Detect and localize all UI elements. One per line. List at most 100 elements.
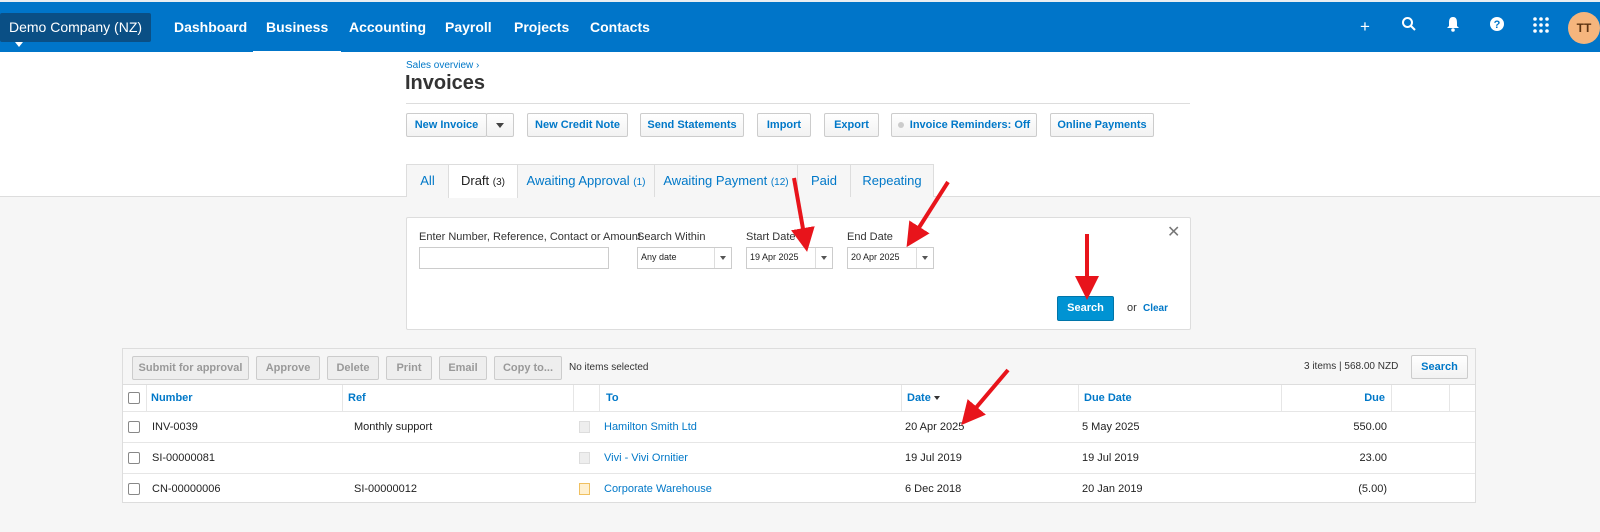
column-divider [146, 385, 147, 412]
column-due-date[interactable]: Due Date [1084, 385, 1132, 411]
search-within-select[interactable]: Any date [637, 247, 732, 269]
online-payments-button[interactable]: Online Payments [1050, 113, 1154, 137]
copy-to-button[interactable]: Copy to... [494, 356, 562, 380]
avatar[interactable]: TT [1568, 12, 1600, 44]
row-checkbox[interactable] [128, 452, 140, 464]
tab-awaiting-approval[interactable]: Awaiting Approval (1) [517, 164, 655, 197]
end-date-label: End Date [847, 231, 893, 243]
table-row[interactable]: CN-00000006 SI-00000012 Corporate Wareho… [123, 474, 1475, 505]
contact-link[interactable]: Corporate Warehouse [604, 474, 712, 505]
org-name: Demo Company (NZ) [9, 19, 143, 35]
nav-projects[interactable]: Projects [514, 19, 569, 35]
tab-paid[interactable]: Paid [797, 164, 851, 197]
invoice-date: 20 Apr 2025 [905, 421, 965, 433]
invoice-ref: SI-00000012 [354, 483, 417, 495]
print-button[interactable]: Print [386, 356, 432, 380]
tab-label: Awaiting Payment [663, 173, 768, 188]
submit-for-approval-button[interactable]: Submit for approval [132, 356, 249, 380]
credit-note-icon [579, 483, 590, 495]
chevron-down-icon[interactable] [714, 248, 731, 268]
tab-repeating[interactable]: Repeating [850, 164, 934, 197]
document-icon [579, 452, 590, 464]
column-divider [1281, 385, 1282, 412]
select-all-checkbox[interactable] [128, 392, 140, 404]
invoice-number: SI-00000081 [152, 452, 215, 464]
tab-count: (12) [770, 177, 789, 188]
contact-link[interactable]: Vivi - Vivi Ornitier [604, 443, 688, 473]
nav-payroll[interactable]: Payroll [445, 19, 492, 35]
send-statements-button[interactable]: Send Statements [640, 113, 744, 137]
start-date-label: Start Date [746, 231, 796, 243]
nav-accounting[interactable]: Accounting [349, 19, 426, 35]
approve-button[interactable]: Approve [256, 356, 320, 380]
tab-awaiting-payment[interactable]: Awaiting Payment (12) [654, 164, 798, 197]
column-date[interactable]: Date [907, 385, 940, 411]
chevron-down-icon[interactable] [916, 248, 933, 268]
clear-link[interactable]: Clear [1143, 303, 1168, 314]
tab-count: (1) [633, 177, 646, 188]
start-date-value: 19 Apr 2025 [750, 252, 799, 262]
tab-draft[interactable]: Draft (3) [448, 164, 518, 198]
org-switcher[interactable]: Demo Company (NZ) [0, 13, 151, 47]
invoice-due-amount: 550.00 [1353, 421, 1387, 433]
export-button[interactable]: Export [824, 113, 879, 137]
contact-link[interactable]: Hamilton Smith Ltd [604, 412, 697, 442]
chevron-down-icon[interactable] [815, 248, 832, 268]
tab-label: Awaiting Approval [526, 173, 630, 188]
start-date-field[interactable]: 19 Apr 2025 [746, 247, 833, 269]
list-summary: 3 items | 568.00 NZD [1304, 361, 1399, 372]
column-to[interactable]: To [606, 385, 619, 411]
table-header: Number Ref To Date Due Date Due [123, 385, 1475, 412]
new-credit-note-button[interactable]: New Credit Note [527, 113, 628, 137]
divider [406, 103, 1190, 104]
nav-contacts[interactable]: Contacts [590, 19, 650, 35]
add-icon[interactable]: + [1354, 16, 1376, 38]
search-query-input[interactable] [419, 247, 609, 269]
invoice-reminders-button[interactable]: Invoice Reminders: Off [891, 113, 1037, 137]
email-button[interactable]: Email [439, 356, 487, 380]
row-checkbox[interactable] [128, 483, 140, 495]
column-divider [1391, 385, 1392, 412]
invoice-due-amount: 23.00 [1359, 452, 1387, 464]
column-due[interactable]: Due [1364, 385, 1385, 411]
search-button[interactable]: Search [1057, 296, 1114, 321]
import-button[interactable]: Import [757, 113, 811, 137]
column-ref[interactable]: Ref [348, 385, 366, 411]
column-divider [599, 385, 600, 412]
close-icon[interactable]: ✕ [1167, 222, 1180, 242]
chevron-down-icon [496, 122, 504, 128]
search-icon[interactable] [1398, 16, 1420, 38]
delete-button[interactable]: Delete [327, 356, 379, 380]
tab-label: Repeating [862, 173, 922, 188]
column-number[interactable]: Number [151, 385, 193, 411]
invoice-number: CN-00000006 [152, 483, 221, 495]
column-divider [1449, 385, 1450, 412]
search-within-value: Any date [641, 252, 677, 262]
row-checkbox[interactable] [128, 421, 140, 433]
help-icon[interactable]: ? [1486, 16, 1508, 38]
new-invoice-dropdown[interactable] [486, 113, 514, 137]
tab-label: All [420, 173, 435, 188]
end-date-field[interactable]: 20 Apr 2025 [847, 247, 934, 269]
search-within-label: Search Within [637, 231, 706, 243]
tab-label: Paid [810, 173, 838, 188]
invoice-due-amount: (5.00) [1358, 483, 1387, 495]
chevron-down-icon [15, 41, 23, 47]
table-row[interactable]: SI-00000081 Vivi - Vivi Ornitier 19 Jul … [123, 443, 1475, 474]
nav-business[interactable]: Business [252, 19, 342, 54]
bell-icon[interactable] [1442, 16, 1464, 38]
list-search-button[interactable]: Search [1411, 355, 1468, 379]
invoice-number: INV-0039 [152, 421, 198, 433]
status-dot-icon [897, 122, 904, 129]
invoice-list: Submit for approval Approve Delete Print… [122, 348, 1476, 503]
tab-all[interactable]: All [406, 164, 449, 197]
page-title: Invoices [405, 72, 486, 94]
invoice-ref: Monthly support [354, 421, 433, 433]
invoice-date: 19 Jul 2019 [905, 452, 962, 464]
table-row[interactable]: INV-0039 Monthly support Hamilton Smith … [123, 412, 1475, 443]
apps-grid-icon[interactable] [1530, 16, 1552, 38]
nav-dashboard[interactable]: Dashboard [174, 19, 247, 35]
breadcrumb[interactable]: Sales overview › [406, 60, 479, 71]
tab-label: Draft [460, 173, 490, 188]
new-invoice-button[interactable]: New Invoice [406, 113, 487, 137]
